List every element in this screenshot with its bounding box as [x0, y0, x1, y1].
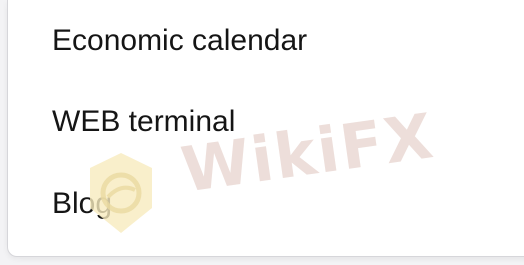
- menu-item-economic-calendar[interactable]: Economic calendar: [52, 21, 307, 61]
- dropdown-menu: Economic calendar WEB terminal Blog: [7, 0, 524, 257]
- menu-item-blog[interactable]: Blog: [52, 184, 112, 224]
- menu-item-web-terminal[interactable]: WEB terminal: [52, 102, 235, 142]
- menu-screen: Economic calendar WEB terminal Blog Wiki…: [0, 0, 524, 265]
